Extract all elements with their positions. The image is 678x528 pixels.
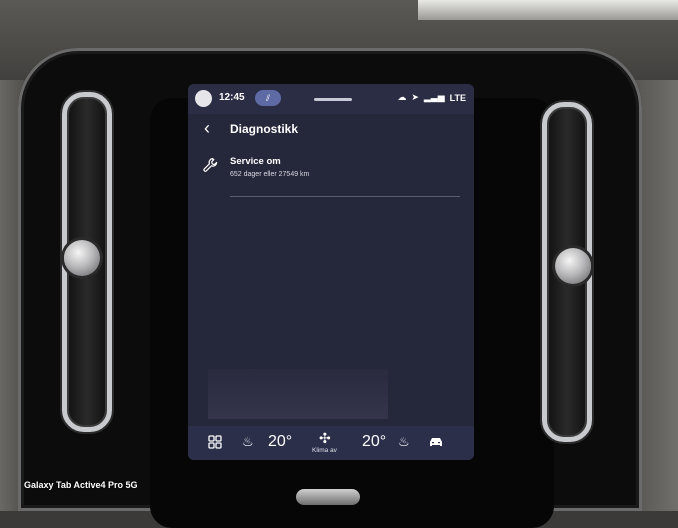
page-title: Diagnostikk — [230, 122, 299, 136]
page-header: ‹ Diagnostikk — [188, 116, 474, 142]
home-button[interactable] — [296, 489, 360, 505]
screen-glare — [208, 369, 388, 419]
top-pull-handle[interactable] — [314, 98, 352, 101]
left-heated-seat-icon[interactable]: ♨ — [242, 434, 254, 450]
left-temperature[interactable]: 20° — [268, 433, 292, 451]
climate-status: Klima av — [312, 447, 337, 454]
left-vent-knob[interactable] — [64, 240, 100, 276]
fan-icon[interactable]: ✣ — [319, 430, 331, 447]
divider — [230, 196, 460, 197]
location-arrow-icon: ➤ — [411, 92, 419, 102]
service-list-item[interactable]: Service om 652 dager eller 27549 km — [188, 150, 474, 190]
status-icons: ☁ ➤ ▂▃▅ LTE — [397, 92, 466, 103]
service-subtitle: 652 dager eller 27549 km — [230, 171, 310, 178]
car-icon[interactable] — [428, 436, 444, 448]
grid-icon[interactable] — [208, 435, 222, 449]
wrench-icon — [203, 158, 218, 172]
cloud-icon: ☁ — [397, 92, 407, 102]
network-type: LTE — [449, 92, 466, 103]
right-vent-knob[interactable] — [555, 248, 591, 284]
right-heated-seat-icon[interactable]: ♨ — [398, 434, 410, 450]
right-temperature[interactable]: 20° — [362, 433, 386, 451]
chevron-left-icon[interactable]: ‹ — [204, 118, 210, 138]
climate-bar: ♨ 20° ✣ Klima av 20° ♨ — [188, 426, 474, 460]
dashboard-top-light — [418, 0, 678, 20]
profile-avatar[interactable] — [195, 90, 212, 107]
signal-slash-icon: ⫽ — [265, 93, 270, 103]
status-bar: 12:45 ⫽ ☁ ➤ ▂▃▅ LTE — [188, 84, 474, 114]
status-time: 12:45 — [219, 92, 245, 103]
device-caption: Galaxy Tab Active4 Pro 5G — [24, 480, 138, 490]
voice-pill[interactable]: ⫽ — [255, 90, 281, 106]
service-title: Service om — [230, 156, 281, 167]
signal-bars-icon: ▂▃▅ — [423, 92, 445, 102]
infotainment-screen: 12:45 ⫽ ☁ ➤ ▂▃▅ LTE ‹ Diagnostikk Servic… — [188, 84, 474, 460]
